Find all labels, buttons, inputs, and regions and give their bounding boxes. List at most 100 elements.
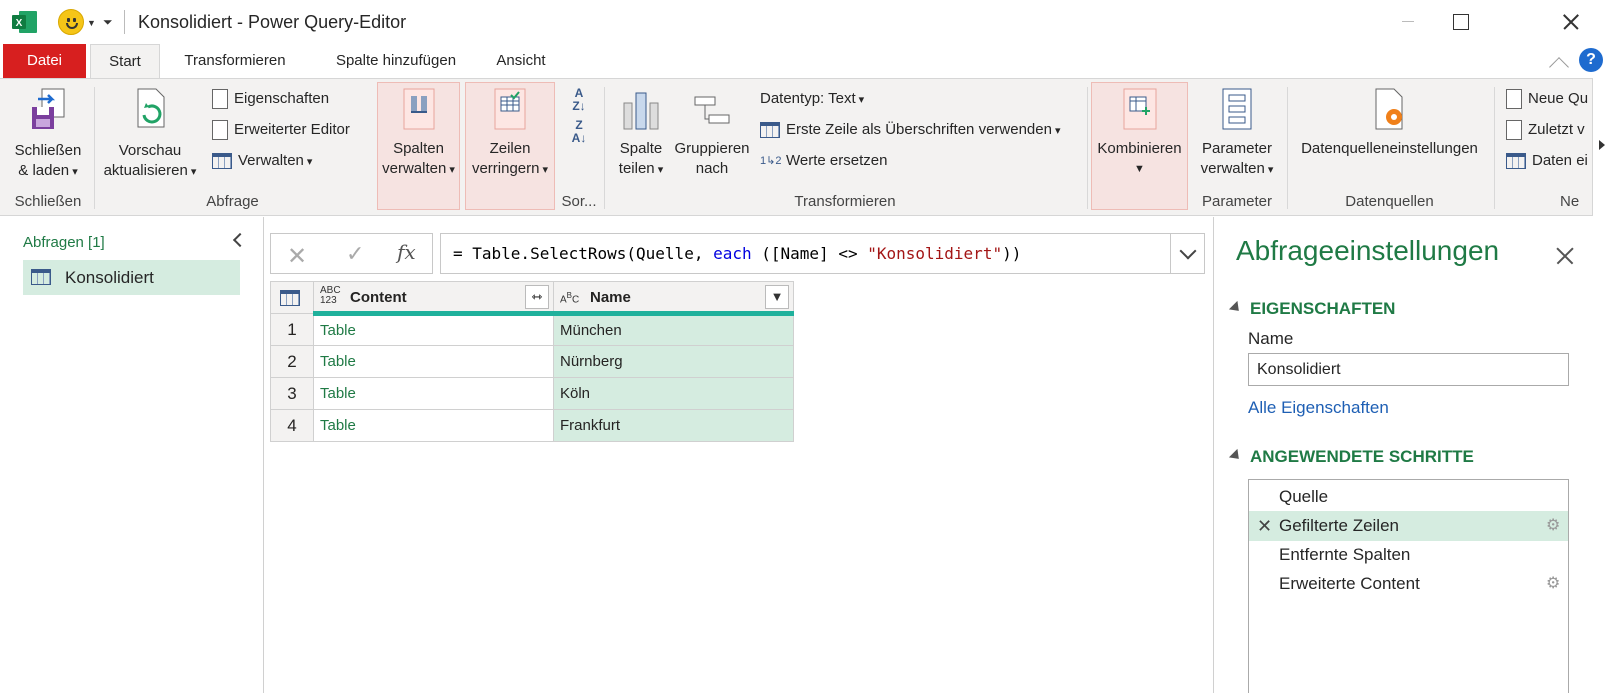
quick-access-customize-icon[interactable]: ⏷ (103, 15, 113, 30)
step-label: Quelle (1279, 487, 1329, 506)
table-row[interactable]: 2 Table Nürnberg (270, 345, 794, 378)
cancel-formula-icon[interactable]: ✕ (287, 242, 307, 271)
close-window-button[interactable] (1552, 6, 1598, 38)
row-number: 3 (270, 377, 314, 410)
row-number: 4 (270, 409, 314, 442)
group-separator (604, 87, 605, 209)
manage-columns-button[interactable]: Spalten verwalten (377, 87, 460, 180)
table-menu-button[interactable] (270, 281, 314, 314)
step-item[interactable]: Entfernte Spalten (1249, 540, 1568, 570)
insert-function-icon[interactable]: fx (397, 240, 416, 264)
name-cell[interactable]: München (553, 313, 794, 346)
close-load-label-2: & laden (10, 161, 86, 182)
filter-icon[interactable]: ▼ (765, 285, 789, 309)
manage-table-icon (212, 153, 232, 170)
refresh-icon (137, 88, 165, 128)
manage-columns-label-2: verwalten (377, 159, 460, 180)
combine-label: Kombinieren (1097, 140, 1182, 157)
data-type-dropdown[interactable]: Datentyp: Text (760, 89, 864, 110)
ribbon: Schließen & laden Schließen Vorschau akt… (0, 78, 1613, 216)
group-separator (94, 87, 95, 209)
manage-button[interactable]: Verwalten (212, 151, 312, 172)
data-type-label: Datentyp: Text (760, 90, 864, 107)
manage-parameters-label-2: verwalten (1194, 159, 1280, 180)
first-row-headers-button[interactable]: Erste Zeile als Überschriften verwenden (760, 120, 1061, 141)
name-cell[interactable]: Köln (553, 377, 794, 410)
query-item-label: Konsolidiert (65, 268, 154, 287)
applied-steps-section-header[interactable]: ANGEWENDETE SCHRITTE (1228, 447, 1474, 467)
split-column-button[interactable]: Spalte teilen (610, 87, 672, 180)
column-header-name[interactable]: ABC Name ▼ (553, 281, 794, 316)
collapse-queries-icon[interactable] (232, 232, 248, 248)
expand-formula-icon[interactable] (1170, 233, 1205, 274)
minimize-button[interactable] (1385, 6, 1431, 38)
group-by-icon (694, 96, 730, 124)
table-row[interactable]: 4 Table Frankfurt (270, 409, 794, 442)
sort-ascending-button[interactable]: A Z↓ (566, 87, 592, 113)
gear-icon[interactable]: ⚙ (1546, 569, 1560, 599)
table-row[interactable]: 3 Table Köln (270, 377, 794, 410)
ribbon-scroll-right-button[interactable] (1592, 78, 1613, 216)
tab-ansicht[interactable]: Ansicht (488, 44, 554, 78)
tab-spalte-hinzufuegen[interactable]: Spalte hinzufügen (326, 44, 466, 78)
content-cell[interactable]: Table (313, 409, 554, 442)
name-cell[interactable]: Frankfurt (553, 409, 794, 442)
help-icon[interactable]: ? (1579, 48, 1603, 72)
reduce-rows-label-1: Zeilen (489, 140, 531, 157)
properties-section-header[interactable]: EIGENSCHAFTEN (1228, 299, 1395, 319)
combine-icon (1123, 88, 1156, 130)
sort-descending-button[interactable]: Z A↓ (566, 119, 592, 145)
smiley-feedback-icon[interactable] (58, 9, 84, 35)
query-name-input[interactable]: Konsolidiert (1248, 353, 1569, 386)
manage-columns-label-1: Spalten (393, 140, 444, 157)
group-label-transform: Transformieren (794, 193, 896, 210)
group-by-button[interactable]: Gruppieren nach (670, 87, 754, 179)
column-header-label: Name (590, 289, 631, 306)
enter-data-button[interactable]: Daten ei (1506, 151, 1588, 171)
recent-sources-button[interactable]: Zuletzt v (1506, 120, 1585, 141)
name-cell[interactable]: Nürnberg (553, 345, 794, 378)
new-query-button[interactable]: Neue Qu (1506, 89, 1588, 110)
column-header-content[interactable]: ABC 123 Content ⇿ (313, 281, 554, 316)
close-settings-icon[interactable] (1554, 245, 1576, 267)
tab-datei[interactable]: Datei (3, 44, 86, 78)
properties-button[interactable]: Eigenschaften (212, 89, 330, 110)
gear-icon[interactable]: ⚙ (1546, 511, 1560, 541)
content-cell[interactable]: Table (313, 313, 554, 346)
advanced-editor-button[interactable]: Erweiterter Editor (212, 120, 350, 141)
manage-parameters-button[interactable]: Parameter verwalten (1194, 87, 1280, 180)
step-item-selected[interactable]: ✕ Gefilterte Zeilen ⚙ (1249, 511, 1568, 541)
close-load-button[interactable]: Schließen & laden (10, 85, 86, 182)
step-item[interactable]: Quelle (1249, 482, 1568, 512)
confirm-formula-icon[interactable]: ✓ (346, 241, 364, 267)
content-cell[interactable]: Table (313, 345, 554, 378)
collapse-ribbon-icon[interactable] (1549, 57, 1569, 77)
refresh-preview-button[interactable]: Vorschau aktualisieren (100, 85, 200, 182)
tab-transformieren[interactable]: Transformieren (175, 44, 295, 78)
expand-column-icon[interactable]: ⇿ (525, 285, 549, 309)
manage-parameters-label-1: Parameter (1201, 140, 1273, 157)
properties-label: Eigenschaften (234, 90, 330, 107)
datasource-settings-label: Datenquelleneinstellungen (1301, 140, 1478, 157)
step-item[interactable]: Erweiterte Content ⚙ (1249, 569, 1568, 599)
reduce-rows-button[interactable]: Zeilen verringern (465, 87, 555, 180)
smiley-dropdown-icon[interactable]: ▼ (87, 18, 96, 28)
query-item[interactable]: Konsolidiert (23, 260, 240, 295)
title-separator (124, 10, 125, 34)
step-label: Erweiterte Content (1279, 574, 1420, 593)
formula-buttons: ✕ ✓ fx (270, 233, 433, 274)
maximize-button[interactable] (1437, 6, 1483, 38)
all-properties-link[interactable]: Alle Eigenschaften (1248, 398, 1389, 418)
formula-text-middle: ([Name] <> (751, 244, 868, 263)
combine-button[interactable]: Kombinieren ▼ (1091, 87, 1188, 179)
split-column-label-2: teilen (610, 159, 672, 180)
datasource-settings-button[interactable]: Datenquelleneinstellungen (1292, 87, 1487, 159)
table-row[interactable]: 1 Table München (270, 313, 794, 346)
formula-input[interactable]: = Table.SelectRows(Quelle, each ([Name] … (440, 233, 1205, 274)
content-cell[interactable]: Table (313, 377, 554, 410)
delete-step-icon[interactable]: ✕ (1257, 511, 1272, 541)
new-query-icon (1506, 89, 1522, 110)
tab-start[interactable]: Start (90, 44, 160, 79)
replace-values-button[interactable]: 1↳2 Werte ersetzen (760, 151, 887, 171)
group-separator (1494, 87, 1495, 209)
